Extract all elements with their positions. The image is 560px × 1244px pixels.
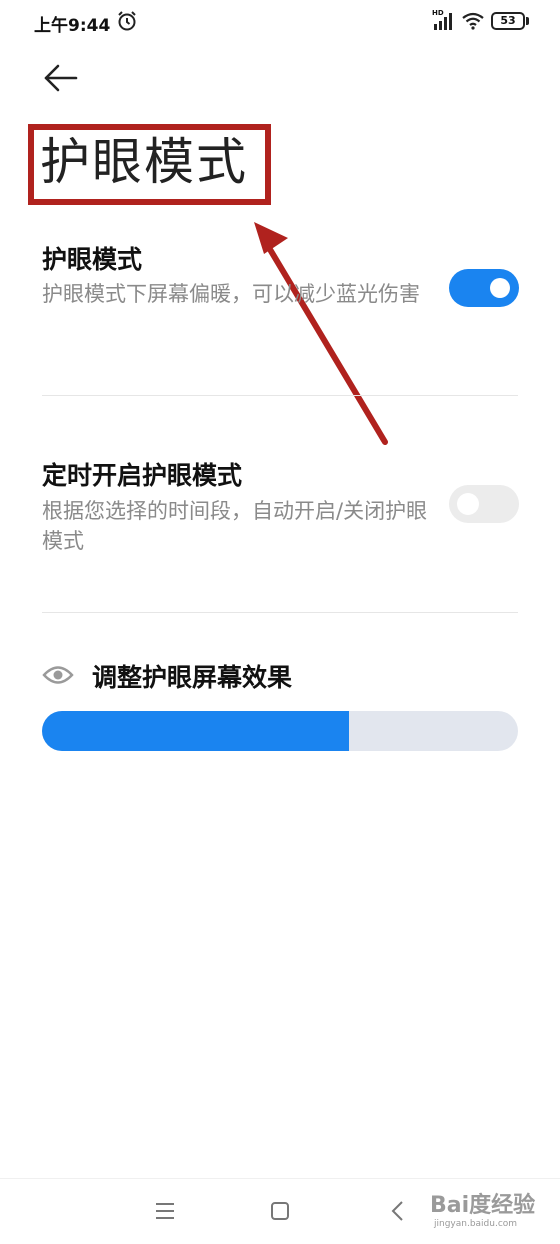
watermark-sub: jingyan.baidu.com xyxy=(434,1219,518,1229)
toggle-knob xyxy=(490,278,510,298)
menu-icon[interactable] xyxy=(154,1201,176,1221)
setting-title-scheduled: 定时开启护眼模式 xyxy=(42,461,243,490)
toggle-knob xyxy=(457,493,479,515)
scheduled-toggle[interactable] xyxy=(449,485,519,523)
eye-icon xyxy=(42,666,74,684)
annotation-arrow xyxy=(254,222,388,445)
status-bar: 上午9:44 HD 53 xyxy=(0,0,560,44)
battery-nub xyxy=(526,17,529,25)
divider xyxy=(42,395,518,396)
alarm-icon xyxy=(118,11,136,31)
status-time: 上午9:44 xyxy=(34,16,111,36)
setting-desc-eye-protection: 护眼模式下屏幕偏暖，可以减少蓝光伤害 xyxy=(42,282,420,306)
eye-protection-toggle[interactable] xyxy=(449,269,519,307)
home-icon[interactable] xyxy=(270,1201,290,1221)
back-button[interactable] xyxy=(38,58,82,98)
watermark-text: Bai度经验 xyxy=(430,1193,536,1218)
baidu-watermark: Bai度经验 jingyan.baidu.com xyxy=(430,1187,554,1237)
setting-title-eye-protection: 护眼模式 xyxy=(42,245,143,274)
battery-indicator: 53 xyxy=(491,12,525,30)
divider xyxy=(42,612,518,613)
setting-desc-scheduled: 根据您选择的时间段，自动开启/关闭护眼模式 xyxy=(42,499,428,553)
adjust-effect-title: 调整护眼屏幕效果 xyxy=(92,663,293,692)
slider-fill xyxy=(42,711,350,751)
annotation-box xyxy=(28,124,271,205)
signal-icon xyxy=(434,13,452,30)
wifi-icon xyxy=(462,12,484,30)
navigation-bar: Bai度经验 jingyan.baidu.com xyxy=(0,1178,560,1244)
nav-back-icon[interactable] xyxy=(388,1199,408,1223)
eye-effect-slider[interactable] xyxy=(42,711,518,751)
